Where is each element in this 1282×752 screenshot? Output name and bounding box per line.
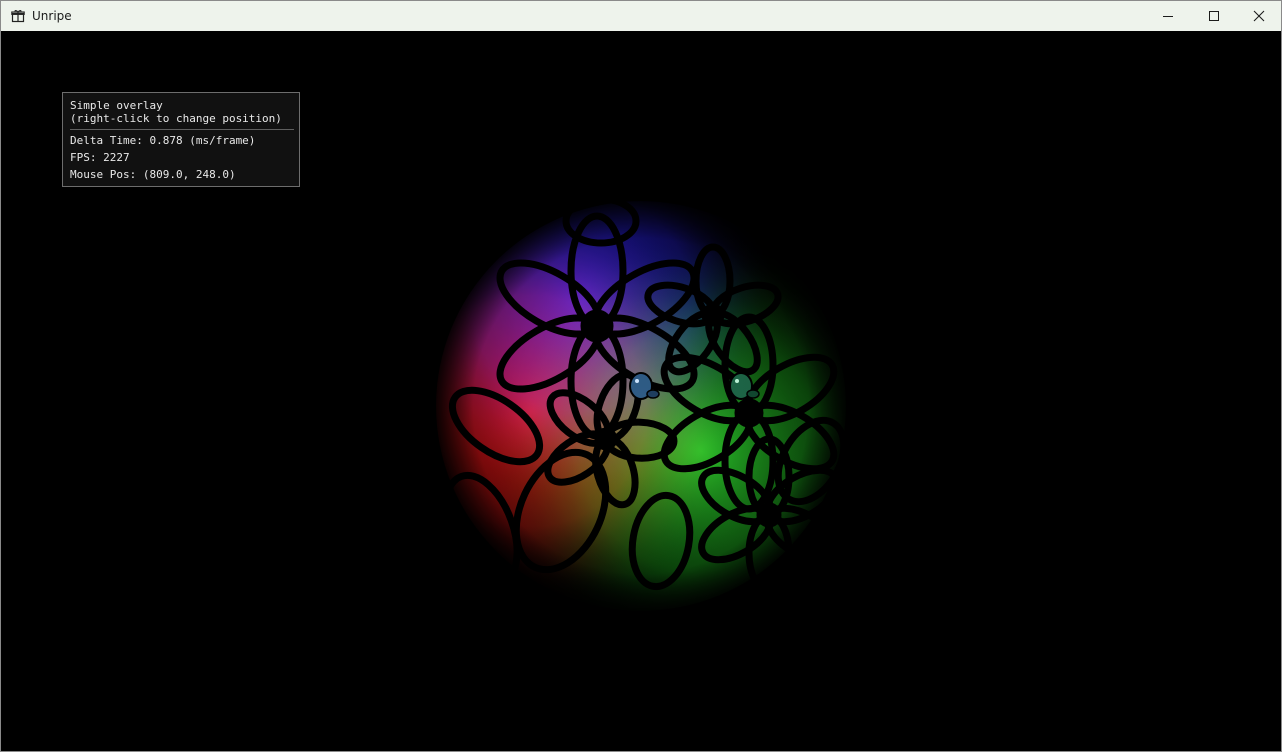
delta-time-readout: Delta Time: 0.878 (ms/frame) xyxy=(70,134,256,147)
minimize-icon xyxy=(1163,16,1173,17)
game-viewport[interactable]: Simple overlay (right-click to change po… xyxy=(1,31,1281,751)
fps-readout: FPS: 2227 xyxy=(70,151,130,164)
maximize-button[interactable] xyxy=(1191,1,1237,31)
overlay-title: Simple overlay xyxy=(70,99,163,112)
mouse-pos-readout: Mouse Pos: (809.0, 248.0) xyxy=(70,168,236,181)
debug-overlay[interactable]: Simple overlay (right-click to change po… xyxy=(62,92,300,187)
window-title: Unripe xyxy=(32,9,72,23)
title-bar[interactable]: Unripe xyxy=(1,1,1281,31)
gift-box-icon xyxy=(11,10,25,23)
close-button[interactable] xyxy=(1236,1,1281,31)
maximize-icon xyxy=(1209,11,1219,21)
app-window: Unripe Simple overlay (right-click to ch… xyxy=(0,0,1282,752)
close-icon xyxy=(1253,10,1265,22)
minimize-button[interactable] xyxy=(1145,1,1191,31)
overlay-separator xyxy=(70,129,294,130)
overlay-hint: (right-click to change position) xyxy=(70,112,282,125)
